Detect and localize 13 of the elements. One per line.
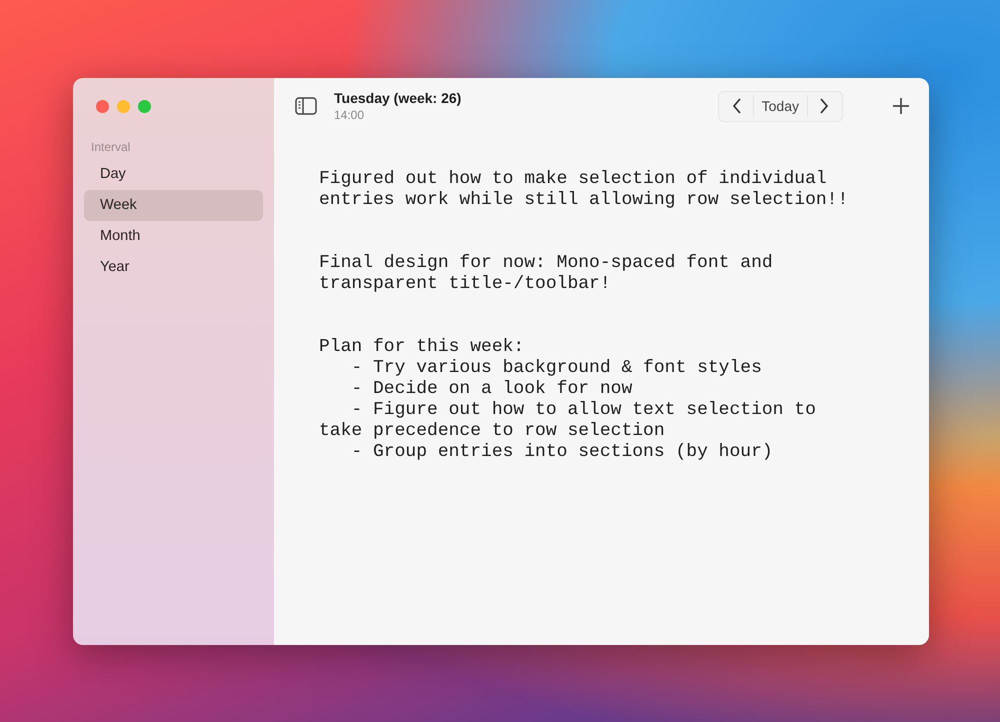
sidebar-item[interactable]: Day	[84, 159, 263, 190]
sidebar-toggle-icon[interactable]	[295, 97, 317, 115]
add-icon[interactable]	[893, 98, 909, 114]
sidebar-item[interactable]: Year	[84, 252, 263, 283]
journal-entry[interactable]: Final design for now: Mono-spaced font and transparent title-/toolbar!	[319, 253, 860, 295]
journal-entry[interactable]: Plan for this week: - Try various background & font styles - Decide on a look for now - Figure out how to allow text selection to take precedence to row selection - Group entries into sections (by hour)	[319, 337, 860, 463]
window-title: Tuesday (week: 26)	[334, 90, 462, 106]
sidebar-item[interactable]: Month	[84, 221, 263, 252]
sidebar-heading: Interval	[90, 139, 132, 156]
window-subtitle: 14:00	[334, 108, 366, 122]
journal-entry[interactable]: Figured out how to make selection of individual entries work while still allowing row selection!!	[319, 169, 860, 211]
sidebar-item[interactable]: Week	[84, 190, 263, 221]
today-button[interactable]: Today	[752, 95, 808, 117]
